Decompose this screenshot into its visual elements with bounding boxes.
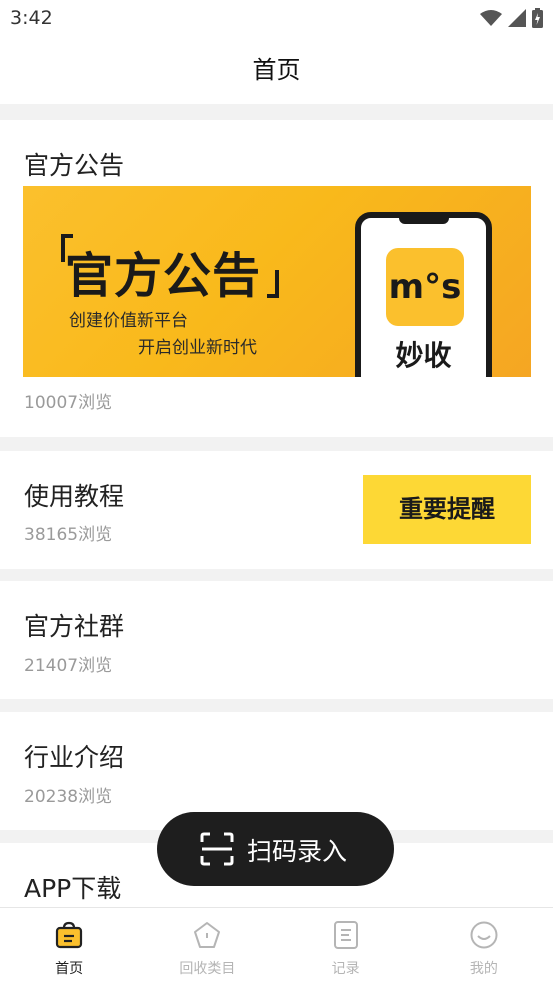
tab-recycle-category[interactable]: 回收类目 [138, 908, 276, 984]
industry-title: 行业介绍 [24, 743, 125, 772]
announcement-views: 10007浏览 [24, 393, 113, 413]
tab-records-label: 记录 [331, 961, 360, 977]
phone-illustration: m°s 妙收 [355, 212, 492, 377]
app-download-title: APP下载 [24, 874, 122, 903]
banner-bracket-right [267, 270, 279, 298]
battery-charging-icon [532, 8, 543, 28]
tab-mine[interactable]: 我的 [415, 908, 553, 984]
announcement-banner[interactable]: 官方公告 创建价值新平台 开启创业新时代 m°s 妙收 [23, 186, 531, 377]
status-bar: 3:42 [0, 0, 553, 38]
app-name: 妙收 [395, 339, 452, 372]
tab-records[interactable]: 记录 [277, 908, 415, 984]
page-title: 首页 [252, 56, 301, 84]
tab-recycle-category-label: 回收类目 [179, 961, 236, 977]
tab-mine-label: 我的 [469, 961, 498, 977]
scan-entry-button[interactable]: 扫码录入 [157, 812, 394, 886]
record-doc-icon [333, 921, 358, 949]
important-reminder-thumbnail[interactable]: 重要提醒 [363, 475, 531, 544]
tutorial-views: 38165浏览 [24, 525, 113, 545]
phone-notch [399, 216, 449, 224]
announcement-card[interactable]: 官方公告 官方公告 创建价值新平台 开启创业新时代 m°s 妙收 10007浏览 [0, 120, 553, 437]
banner-headline: 官方公告 [65, 248, 262, 304]
tutorial-title: 使用教程 [24, 482, 125, 511]
home-bag-icon [56, 921, 83, 949]
banner-line-1: 创建价值新平台 [69, 311, 188, 331]
community-views: 21407浏览 [24, 656, 113, 676]
app-logo: m°s [386, 248, 464, 326]
wifi-icon [480, 10, 502, 26]
community-card[interactable]: 官方社群 21407浏览 [0, 581, 553, 699]
tab-home[interactable]: 首页 [0, 908, 138, 984]
scan-entry-label: 扫码录入 [247, 837, 348, 866]
community-title: 官方社群 [24, 612, 125, 641]
tutorial-card[interactable]: 使用教程 38165浏览 重要提醒 [0, 451, 553, 569]
signal-icon [508, 9, 526, 27]
announcement-title: 官方公告 [24, 151, 125, 180]
status-icons [480, 8, 543, 28]
smile-icon [470, 921, 498, 949]
banner-line-2: 开启创业新时代 [138, 338, 257, 358]
scan-icon [200, 832, 234, 866]
bottom-tabbar: 首页 回收类目 记录 我的 [0, 907, 553, 984]
category-pentagon-icon [194, 922, 221, 948]
top-navbar: 首页 [0, 38, 553, 104]
tab-home-label: 首页 [55, 961, 84, 977]
industry-views: 20238浏览 [24, 787, 113, 807]
status-time: 3:42 [10, 7, 53, 29]
